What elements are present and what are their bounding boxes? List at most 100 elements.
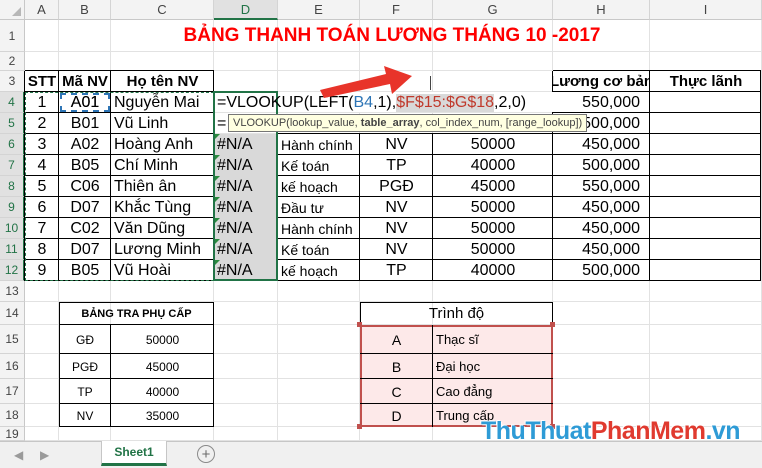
column-header-a[interactable]: A: [25, 0, 59, 20]
row-header-11[interactable]: 11: [0, 239, 25, 260]
cell-ma-nv-a01[interactable]: A01: [59, 92, 111, 113]
row-header-8[interactable]: 8: [0, 176, 25, 197]
level-value[interactable]: Đại học: [433, 354, 553, 379]
tab-scroll-left-icon[interactable]: ◀: [14, 448, 23, 462]
tab-scroll-right-icon[interactable]: ▶: [40, 448, 49, 462]
cell-phu-cap[interactable]: 50000: [433, 197, 553, 218]
table-border: [110, 325, 111, 427]
sheet-tab-sheet1[interactable]: Sheet1: [101, 441, 167, 466]
cell-phu-cap[interactable]: 50000: [433, 134, 553, 155]
allowance-value[interactable]: 50000: [111, 325, 214, 354]
column-header-h[interactable]: H: [553, 0, 650, 20]
header-luong-co-ban[interactable]: Lương cơ bản: [553, 71, 650, 92]
row-header-17[interactable]: 17: [0, 379, 25, 404]
cell-phong-ban[interactable]: Kế toán: [278, 239, 360, 260]
header-ma-nv[interactable]: Mã NV: [59, 71, 111, 92]
column-header-f[interactable]: F: [360, 0, 433, 20]
table-border: [59, 403, 214, 404]
tooltip-part-2: table_array: [360, 117, 420, 129]
cell-phu-cap[interactable]: 40000: [433, 155, 553, 176]
row-header-13[interactable]: 13: [0, 281, 25, 302]
cell-phu-cap[interactable]: 50000: [433, 218, 553, 239]
cell-phong-ban[interactable]: kế hoạch: [278, 260, 360, 281]
cell-luong-co-ban[interactable]: 550,000: [553, 176, 650, 197]
row-header-6[interactable]: 6: [0, 134, 25, 155]
header-stt[interactable]: STT: [25, 71, 59, 92]
cell-luong-co-ban[interactable]: 450,000: [553, 239, 650, 260]
cell-phong-ban[interactable]: kế hoạch: [278, 176, 360, 197]
cell-phong-ban[interactable]: Hành chính: [278, 134, 360, 155]
cell-phong-ban[interactable]: Hành chính: [278, 218, 360, 239]
allowance-key[interactable]: TP: [59, 379, 111, 404]
cell-luong-co-ban[interactable]: 500,000: [553, 155, 650, 176]
level-key[interactable]: D: [360, 404, 433, 427]
column-header-b[interactable]: B: [59, 0, 111, 20]
header-thuc-lanh[interactable]: Thực lãnh: [650, 71, 762, 92]
row-header-9[interactable]: 9: [0, 197, 25, 218]
watermark: ThuThuatPhanMem.vn: [481, 417, 741, 446]
range-handle[interactable]: [550, 322, 555, 327]
cell-luong-co-ban[interactable]: 450,000: [553, 197, 650, 218]
table-border: [59, 378, 214, 379]
copy-range-indicator: [25, 92, 214, 281]
cell-luong-co-ban[interactable]: 450,000: [553, 134, 650, 155]
table-border: [25, 70, 214, 71]
level-key[interactable]: B: [360, 354, 433, 379]
cell-chuc-vu[interactable]: PGĐ: [360, 176, 433, 197]
table-border: [553, 70, 761, 71]
row-header-5[interactable]: 5: [0, 113, 25, 134]
spreadsheet-grid[interactable]: A B C D E F G H I 1 2 3 4 5 6 7 8 9 10 11 12 13 14 15 16 17 18 19 B…: [0, 0, 762, 468]
cell-chuc-vu[interactable]: NV: [360, 218, 433, 239]
cell-chuc-vu[interactable]: NV: [360, 239, 433, 260]
cell-chuc-vu[interactable]: NV: [360, 134, 433, 155]
allowance-key[interactable]: GĐ: [59, 325, 111, 354]
select-all-corner[interactable]: [0, 0, 25, 20]
row-header-14[interactable]: 14: [0, 302, 25, 325]
column-header-d[interactable]: D: [214, 0, 278, 20]
add-sheet-icon[interactable]: +: [197, 445, 215, 463]
range-handle[interactable]: [357, 322, 362, 327]
row-header-2[interactable]: 2: [0, 52, 25, 71]
level-key[interactable]: A: [360, 325, 433, 354]
column-header-i[interactable]: I: [650, 0, 762, 20]
row-header-18[interactable]: 18: [0, 404, 25, 427]
cell-phong-ban[interactable]: Kế toán: [278, 155, 360, 176]
row-header-19[interactable]: 19: [0, 427, 25, 441]
allowance-value[interactable]: 40000: [111, 379, 214, 404]
level-value[interactable]: Cao đẳng: [433, 379, 553, 404]
cell-phu-cap[interactable]: 50000: [433, 239, 553, 260]
cell-chuc-vu[interactable]: NV: [360, 197, 433, 218]
row-header-4[interactable]: 4: [0, 92, 25, 113]
range-handle[interactable]: [357, 424, 362, 429]
function-tooltip: VLOOKUP(lookup_value, table_array, col_i…: [228, 114, 588, 132]
row-header-16[interactable]: 16: [0, 354, 25, 379]
cell-chuc-vu[interactable]: TP: [360, 260, 433, 281]
watermark-part-3: .vn: [705, 417, 741, 445]
column-header-g[interactable]: G: [433, 0, 553, 20]
column-header-e[interactable]: E: [278, 0, 360, 20]
row-header-3[interactable]: 3: [0, 71, 25, 92]
row-header-10[interactable]: 10: [0, 218, 25, 239]
cell-chuc-vu[interactable]: TP: [360, 155, 433, 176]
row-header-7[interactable]: 7: [0, 155, 25, 176]
cell-luong-co-ban[interactable]: 450,000: [553, 218, 650, 239]
header-ho-ten[interactable]: Họ tên NV: [111, 71, 214, 92]
row-header-1[interactable]: 1: [0, 20, 25, 52]
table-border: [360, 403, 553, 404]
allowance-key[interactable]: NV: [59, 404, 111, 427]
red-arrow-icon: [320, 66, 412, 98]
cell-phu-cap[interactable]: 40000: [433, 260, 553, 281]
sheet-tab-label: Sheet1: [114, 445, 154, 459]
allowance-value[interactable]: 45000: [111, 354, 214, 379]
allowance-value[interactable]: 35000: [111, 404, 214, 427]
row-header-12[interactable]: 12: [0, 260, 25, 281]
cell-phu-cap[interactable]: 45000: [433, 176, 553, 197]
column-header-c[interactable]: C: [111, 0, 214, 20]
row-header-15[interactable]: 15: [0, 325, 25, 354]
level-key[interactable]: C: [360, 379, 433, 404]
table-border: [432, 325, 433, 427]
level-value[interactable]: Thạc sĩ: [433, 325, 553, 354]
cell-luong-co-ban[interactable]: 500,000: [553, 260, 650, 281]
cell-phong-ban[interactable]: Đầu tư: [278, 197, 360, 218]
allowance-key[interactable]: PGĐ: [59, 354, 111, 379]
